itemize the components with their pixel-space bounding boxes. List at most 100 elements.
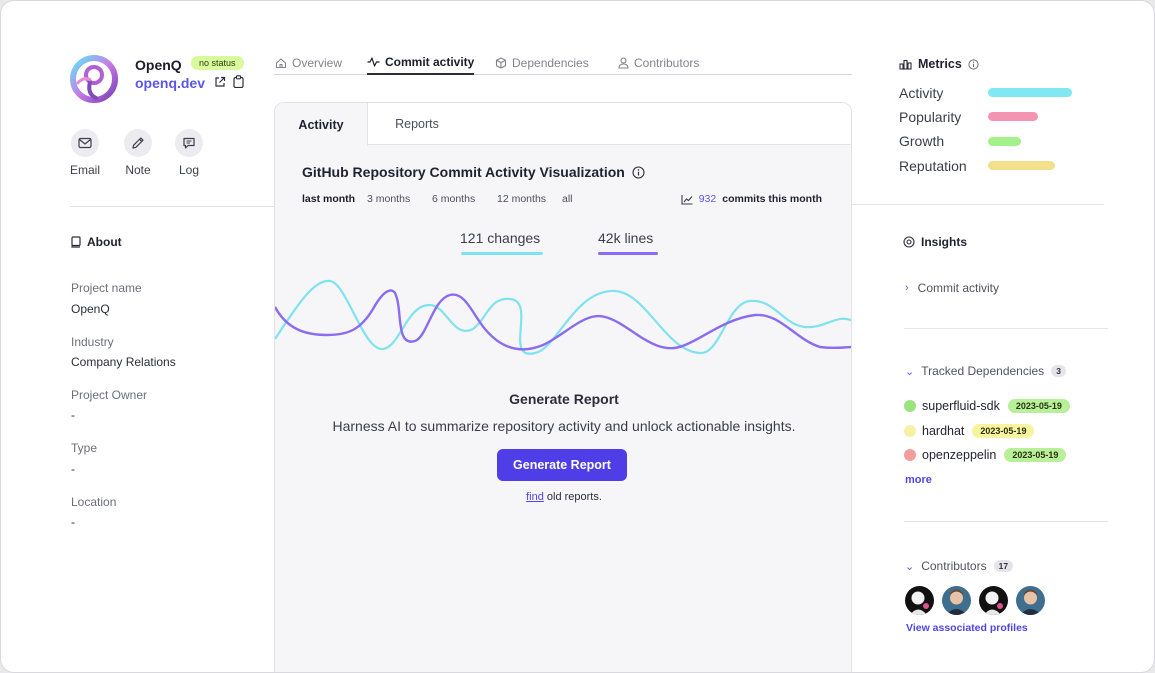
avatar[interactable] [1016, 586, 1045, 615]
email-action-label: Email [69, 163, 100, 177]
dependency-date-badge: 2023-05-19 [1007, 399, 1070, 413]
message-icon[interactable] [175, 129, 203, 157]
dependency-status-dot [904, 425, 916, 437]
commits-count: 932 [698, 193, 717, 205]
field-label-project-name: Project name [71, 281, 142, 295]
about-heading: About [71, 235, 122, 249]
bar-chart-icon [899, 59, 912, 70]
field-label-type: Type [71, 441, 98, 455]
dependency-date-badge: 2023-05-19 [1004, 448, 1067, 462]
log-action-label: Log [178, 163, 200, 177]
range-3-months[interactable]: 3 months [367, 193, 410, 205]
tab-reports[interactable]: Reports [368, 103, 466, 145]
field-value-project-name: OpenQ [71, 302, 110, 316]
tab-overview-label: Overview [292, 56, 343, 70]
old-reports-suffix: old reports. [546, 491, 602, 503]
insights-heading: Insights [903, 235, 967, 249]
package-icon [495, 57, 507, 69]
tab-dependencies-label: Dependencies [512, 56, 589, 70]
divider [904, 521, 1108, 522]
tab-dependencies[interactable]: Dependencies [495, 53, 589, 73]
info-icon[interactable] [632, 165, 645, 179]
insight-commit-activity[interactable]: › Commit activity [905, 281, 999, 295]
legend-lines[interactable]: 42k lines [598, 230, 653, 246]
changes-wave [275, 279, 851, 355]
range-12-months[interactable]: 12 months [497, 193, 546, 205]
tab-overview[interactable]: Overview [275, 53, 342, 73]
app-window: OpenQ no status openq.dev Email Note Log… [0, 0, 1155, 673]
log-action[interactable]: Log [169, 129, 209, 177]
trend-chart-icon [681, 194, 693, 205]
tab-activity[interactable]: Activity [275, 103, 368, 146]
contributors-toggle[interactable]: ⌄ Contributors 17 [905, 559, 1014, 573]
more-dependencies-link[interactable]: more [905, 474, 932, 486]
commit-activity-waves [275, 279, 851, 355]
tracked-dependencies-toggle[interactable]: ⌄ Tracked Dependencies 3 [905, 364, 1066, 378]
chevron-right-icon: › [905, 282, 909, 294]
range-last-month[interactable]: last month [302, 193, 355, 205]
range-all[interactable]: all [562, 193, 573, 205]
generate-report-description: Harness AI to summarize repository activ… [332, 418, 796, 434]
field-value-project-owner: - [71, 408, 75, 422]
external-link-icon[interactable] [214, 76, 226, 88]
pencil-icon[interactable] [124, 129, 152, 157]
metric-label-growth: Growth [899, 133, 945, 149]
email-action[interactable]: Email [65, 129, 105, 177]
project-website-link[interactable]: openq.dev [135, 75, 205, 91]
chevron-down-icon: ⌄ [905, 560, 915, 573]
divider [70, 206, 274, 207]
tab-commit-activity[interactable]: Commit activity [367, 53, 475, 75]
commits-summary: 932 commits this month [681, 193, 822, 205]
range-6-months[interactable]: 6 months [432, 193, 475, 205]
user-icon [618, 57, 629, 69]
status-badge[interactable]: no status [191, 56, 244, 70]
old-reports-note: find old reports. [275, 491, 851, 503]
copy-icon[interactable] [233, 75, 244, 88]
dependency-item[interactable]: superfluid-sdk 2023-05-19 [904, 399, 1070, 413]
book-icon [71, 236, 81, 248]
metric-bar-growth [988, 137, 1021, 146]
dependency-name: openzeppelin [922, 448, 997, 462]
legend-changes[interactable]: 121 changes [460, 230, 540, 246]
metric-bar-popularity [988, 112, 1038, 121]
avatar[interactable] [905, 586, 934, 615]
project-name: OpenQ [135, 57, 182, 73]
divider [852, 204, 1104, 205]
dependency-name: hardhat [922, 424, 965, 438]
panel-tabs: Activity Reports [275, 103, 851, 146]
generate-report-title: Generate Report [509, 391, 619, 407]
dependency-item[interactable]: openzeppelin 2023-05-19 [904, 448, 1067, 462]
dependency-date-badge: 2023-05-19 [972, 424, 1035, 438]
avatar[interactable] [942, 586, 971, 615]
activity-icon [367, 57, 380, 67]
view-associated-profiles-link[interactable]: View associated profiles [906, 622, 1028, 634]
metric-label-reputation: Reputation [899, 158, 967, 174]
field-value-location: - [71, 515, 75, 529]
insight-commit-activity-label: Commit activity [917, 281, 1000, 295]
field-value-industry: Company Relations [71, 355, 176, 369]
info-icon[interactable] [968, 58, 979, 70]
field-label-industry: Industry [71, 335, 114, 349]
tracked-dependencies-title: Tracked Dependencies [921, 364, 1045, 378]
commit-activity-panel: Activity Reports GitHub Repository Commi… [274, 102, 852, 672]
tab-contributors[interactable]: Contributors [618, 53, 699, 73]
dependency-item[interactable]: hardhat 2023-05-19 [904, 424, 1035, 438]
note-action-label: Note [125, 163, 151, 177]
avatar[interactable] [979, 586, 1008, 615]
chevron-down-icon: ⌄ [905, 365, 915, 378]
insights-title: Insights [921, 235, 968, 249]
top-navigation: Overview Commit activity Dependencies Co… [274, 51, 852, 75]
generate-report-button[interactable]: Generate Report [497, 449, 627, 481]
find-old-reports-link[interactable]: find [526, 491, 544, 503]
mail-icon[interactable] [71, 129, 99, 157]
commits-suffix: commits this month [722, 193, 822, 205]
note-action[interactable]: Note [118, 129, 158, 177]
metric-bar-reputation [988, 161, 1055, 170]
dependency-status-dot [904, 400, 916, 412]
tab-contributors-label: Contributors [634, 56, 700, 70]
metric-label-popularity: Popularity [899, 109, 962, 125]
contributors-count-badge: 17 [993, 560, 1014, 572]
field-label-location: Location [71, 495, 117, 509]
panel-title: GitHub Repository Commit Activity Visual… [302, 164, 645, 180]
dependency-name: superfluid-sdk [922, 399, 1000, 413]
